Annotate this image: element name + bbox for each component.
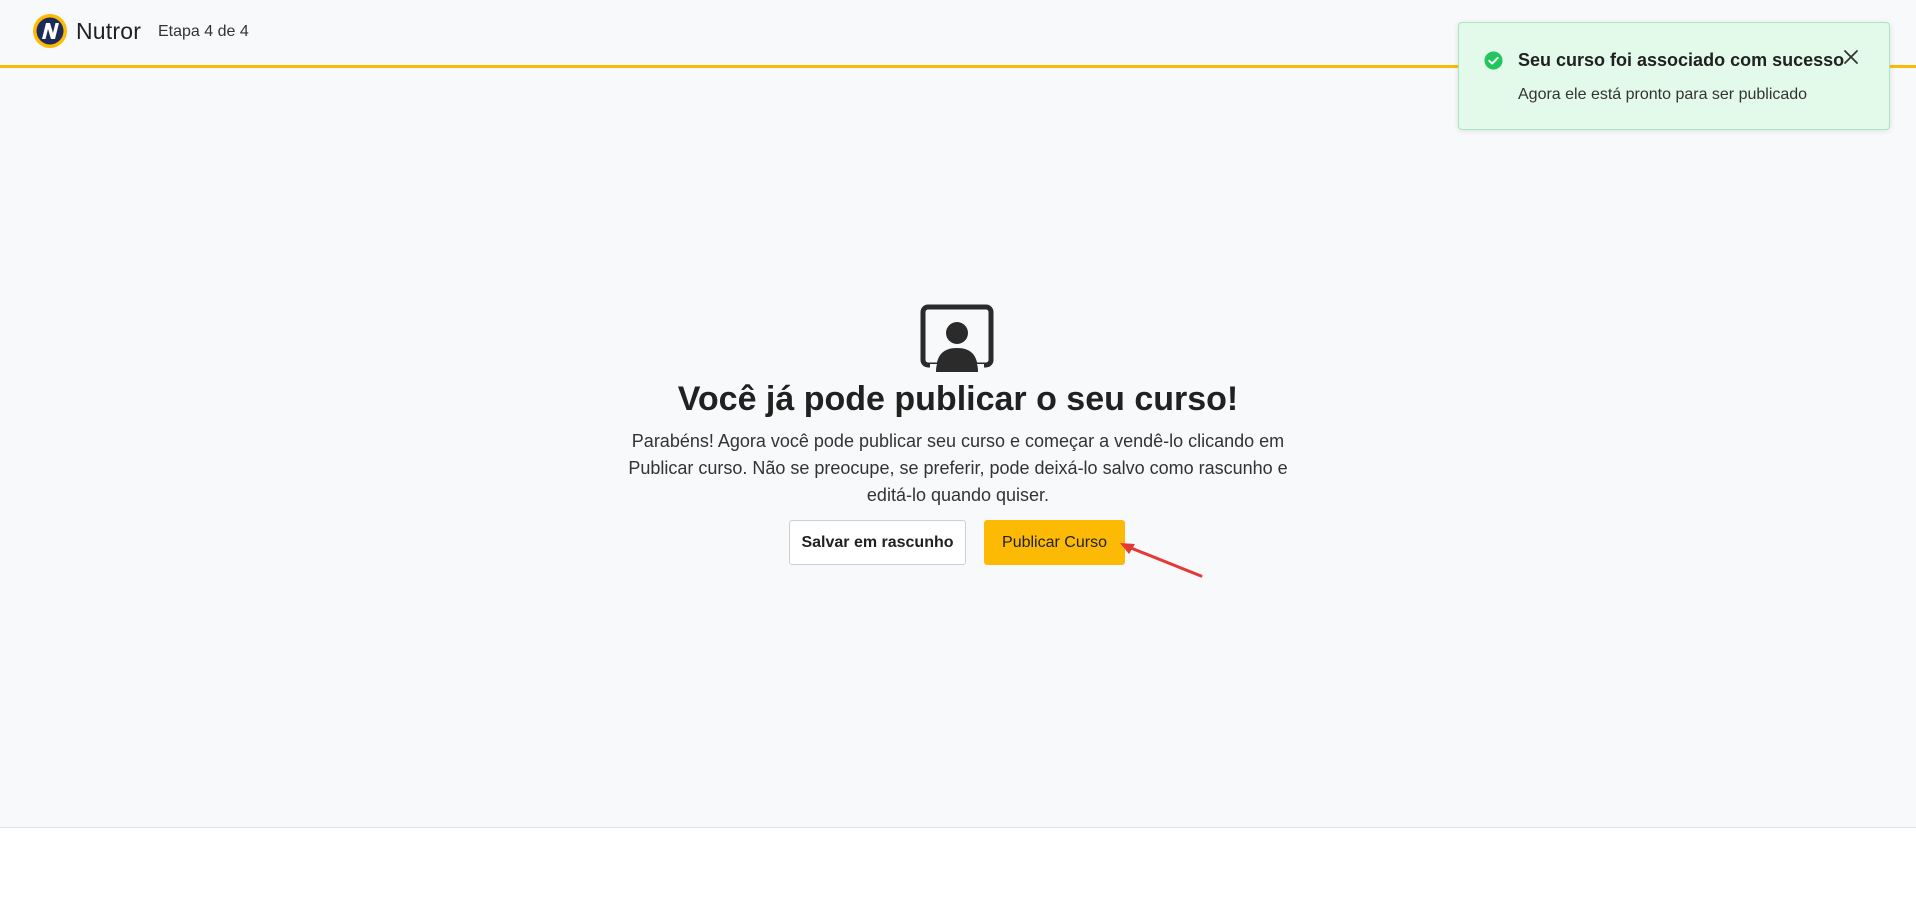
brand-name: Nutror (76, 17, 142, 44)
presentation-user-icon (920, 304, 994, 372)
nutror-logo-icon (33, 14, 67, 48)
brand[interactable]: Nutror (32, 13, 141, 49)
check-circle-icon (1484, 51, 1503, 70)
save-draft-button[interactable]: Salvar em rascunho (789, 520, 966, 565)
toast-message: Agora ele está pronto para ser publicado (1518, 86, 1808, 103)
publish-course-button[interactable]: Publicar Curso (984, 520, 1125, 565)
page-description: Parabéns! Agora você pode publicar seu c… (628, 431, 1288, 505)
close-icon[interactable] (1842, 48, 1860, 66)
annotation-arrow-icon (1120, 543, 1203, 578)
page-title: Você já pode publicar o seu curso! (677, 380, 1239, 418)
step-indicator: Etapa 4 de 4 (158, 23, 249, 40)
success-toast: Seu curso foi associado com sucesso Agor… (1458, 22, 1890, 130)
toast-title: Seu curso foi associado com sucesso (1518, 50, 1845, 70)
